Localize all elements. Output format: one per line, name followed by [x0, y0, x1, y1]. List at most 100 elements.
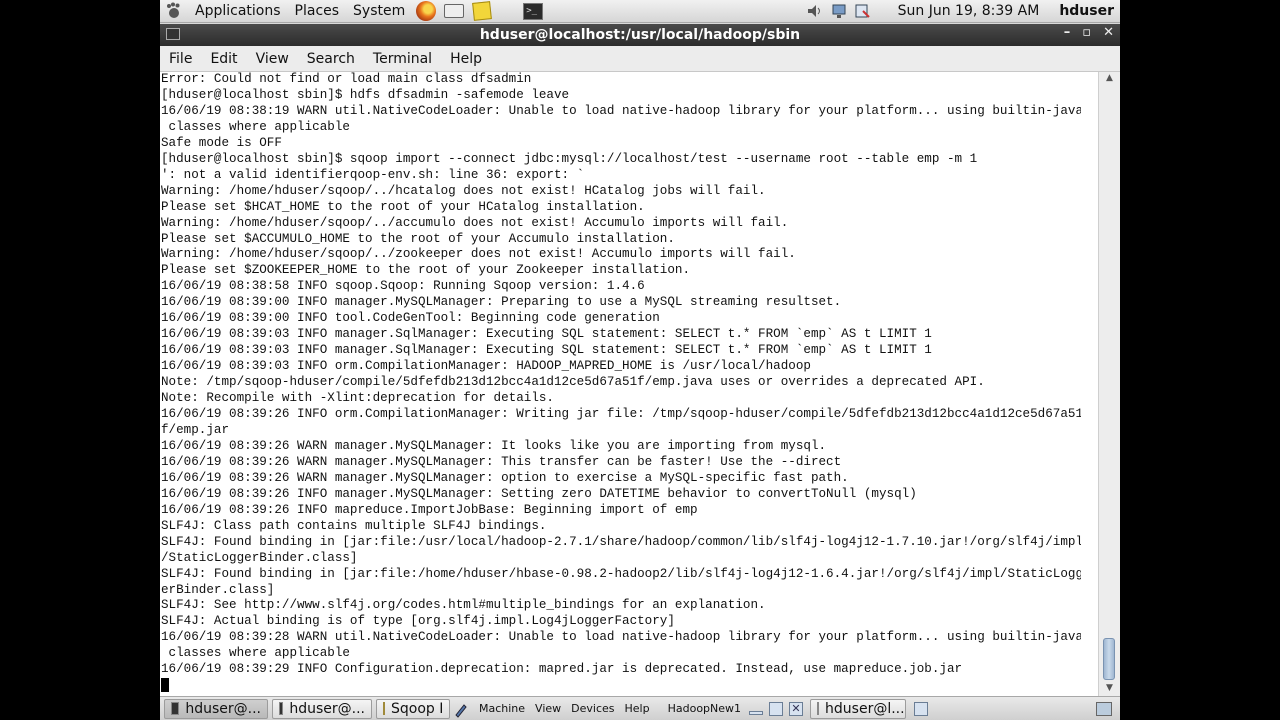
menu-terminal[interactable]: Terminal	[364, 51, 441, 67]
terminal-icon	[817, 702, 820, 715]
firefox-launcher[interactable]	[415, 1, 437, 21]
terminal-line: Error: Could not find or load main class…	[161, 72, 532, 86]
terminal-line: Safe mode is OFF	[161, 135, 282, 150]
menu-view[interactable]: View	[247, 51, 298, 67]
update-icon[interactable]	[854, 3, 872, 19]
show-desktop-icon[interactable]	[1096, 701, 1112, 716]
mail-icon	[444, 4, 465, 18]
task-label: hduser@...	[185, 700, 261, 717]
scroll-down-arrow-icon[interactable]: ▼	[1103, 682, 1116, 694]
user-menu[interactable]: hduser	[1059, 3, 1114, 19]
network-icon[interactable]	[830, 3, 848, 19]
terminal-line: classes where applicable	[161, 119, 350, 134]
scroll-thumb[interactable]	[1103, 638, 1115, 680]
vbox-menu-machine[interactable]: Machine	[474, 702, 530, 715]
menu-edit[interactable]: Edit	[201, 51, 246, 67]
terminal-icon	[171, 702, 180, 715]
terminal-line: Please set $ACCUMULO_HOME to the root of…	[161, 231, 675, 246]
volume-icon[interactable]	[806, 3, 824, 19]
menubar: File Edit View Search Terminal Help	[160, 46, 1120, 72]
gnome-foot-icon[interactable]	[163, 1, 185, 21]
terminal-line: Note: /tmp/sqoop-hduser/compile/5dfefdb2…	[161, 375, 985, 390]
terminal-line: 16/06/19 08:39:29 INFO Configuration.dep…	[161, 662, 963, 677]
applications-menu[interactable]: Applications	[188, 3, 288, 19]
clock[interactable]: Sun Jun 19, 8:39 AM	[898, 3, 1040, 19]
terminal-line: ': not a valid identifierqoop-env.sh: li…	[161, 167, 585, 182]
terminal-line: erBinder.class]	[161, 582, 275, 597]
text-cursor	[161, 678, 169, 693]
terminal-line: SLF4J: See http://www.slf4j.org/codes.ht…	[161, 598, 766, 613]
maximize-icon[interactable]: ▫	[1082, 25, 1091, 40]
terminal-line: [hduser@localhost sbin]$ hdfs dfsadmin -…	[161, 87, 570, 102]
terminal-line: 16/06/19 08:39:00 INFO manager.MySQLMana…	[161, 295, 842, 310]
menu-file[interactable]: File	[160, 51, 201, 67]
folder-icon[interactable]	[914, 701, 929, 716]
taskbar-terminal-1[interactable]: hduser@...	[164, 698, 268, 719]
terminal-cursor-line	[161, 678, 1081, 696]
taskbar-terminal-3[interactable]: hduser@l...	[810, 698, 907, 719]
taskbar-sqoop[interactable]: Sqoop I	[376, 698, 450, 719]
terminal-line: SLF4J: Actual binding is of type [org.sl…	[161, 614, 675, 629]
task-label: hduser@l...	[825, 700, 905, 717]
document-icon	[383, 702, 385, 715]
terminal-line: Note: Recompile with -Xlint:deprecation …	[161, 391, 554, 406]
vbox-menu-help[interactable]: Help	[620, 702, 655, 715]
terminal-line: Warning: /home/hduser/sqoop/../accumulo …	[161, 215, 789, 230]
terminal-line: /StaticLoggerBinder.class]	[161, 550, 358, 565]
terminal-window: hduser@localhost:/usr/local/hadoop/sbin …	[160, 24, 1120, 696]
close-icon[interactable]: ✕	[789, 701, 804, 716]
vm-screen: Applications Places System >_ Sun Jun 19…	[160, 0, 1120, 720]
terminal-area[interactable]: Error: Could not find or load main class…	[160, 72, 1120, 696]
terminal-line: [hduser@localhost sbin]$ sqoop import --…	[161, 151, 978, 166]
firefox-icon	[416, 1, 437, 21]
terminal-line: 16/06/19 08:38:58 INFO sqoop.Sqoop: Runn…	[161, 279, 645, 294]
mail-launcher[interactable]	[443, 1, 465, 21]
restore-icon[interactable]	[769, 701, 784, 716]
terminal-line: 16/06/19 08:39:03 INFO manager.SqlManage…	[161, 343, 932, 358]
terminal-line: Warning: /home/hduser/sqoop/../hcatalog …	[161, 183, 766, 198]
top-panel: Applications Places System >_ Sun Jun 19…	[160, 0, 1120, 23]
pen-icon[interactable]	[453, 702, 471, 718]
vertical-scrollbar[interactable]: ▲ ▼	[1098, 72, 1120, 696]
terminal-line: SLF4J: Class path contains multiple SLF4…	[161, 518, 547, 533]
task-label: Sqoop I	[391, 700, 444, 717]
task-label: hduser@...	[289, 700, 365, 717]
window-titlebar[interactable]: hduser@localhost:/usr/local/hadoop/sbin …	[160, 24, 1120, 46]
places-menu[interactable]: Places	[288, 3, 347, 19]
taskbar-terminal-2[interactable]: hduser@...	[272, 698, 372, 719]
terminal-line: 16/06/19 08:38:19 WARN util.NativeCodeLo…	[161, 103, 1081, 118]
menu-search[interactable]: Search	[298, 51, 364, 67]
terminal-line: 16/06/19 08:39:26 INFO orm.CompilationMa…	[161, 407, 1081, 422]
menu-help[interactable]: Help	[441, 51, 491, 67]
bottom-panel: hduser@... hduser@... Sqoop I Machine Vi…	[160, 696, 1120, 720]
window-menu-icon[interactable]	[166, 28, 180, 40]
terminal-line: classes where applicable	[161, 646, 350, 661]
terminal-launcher[interactable]: >_	[522, 1, 544, 21]
terminal-line: Please set $ZOOKEEPER_HOME to the root o…	[161, 263, 691, 278]
terminal-line: Warning: /home/hduser/sqoop/../zookeeper…	[161, 247, 796, 262]
vbox-menu-view[interactable]: View	[530, 702, 566, 715]
terminal-output[interactable]: Error: Could not find or load main class…	[161, 72, 1081, 696]
terminal-line: 16/06/19 08:39:00 INFO tool.CodeGenTool:…	[161, 311, 660, 326]
terminal-line: 16/06/19 08:39:03 INFO manager.SqlManage…	[161, 327, 932, 342]
minimize-icon[interactable]	[749, 710, 764, 715]
scroll-up-arrow-icon[interactable]: ▲	[1103, 72, 1116, 84]
terminal-line: f/emp.jar	[161, 422, 230, 437]
terminal-line: 16/06/19 08:39:26 WARN manager.MySQLMana…	[161, 438, 827, 453]
terminal-line: 16/06/19 08:39:03 INFO orm.CompilationMa…	[161, 359, 811, 374]
terminal-line: 16/06/19 08:39:26 INFO mapreduce.ImportJ…	[161, 502, 698, 517]
terminal-line: SLF4J: Found binding in [jar:file:/home/…	[161, 566, 1081, 581]
vbox-menu-devices[interactable]: Devices	[566, 702, 619, 715]
terminal-line: Please set $HCAT_HOME to the root of you…	[161, 199, 645, 214]
terminal-line: 16/06/19 08:39:26 WARN manager.MySQLMana…	[161, 454, 842, 469]
minimize-icon[interactable]: –	[1064, 25, 1071, 40]
close-icon[interactable]: ✕	[1103, 25, 1114, 40]
terminal-line: 16/06/19 08:39:26 INFO manager.MySQLMana…	[161, 486, 917, 501]
system-menu[interactable]: System	[346, 3, 412, 19]
notes-launcher[interactable]	[471, 1, 493, 21]
terminal-line: 16/06/19 08:39:26 WARN manager.MySQLMana…	[161, 470, 849, 485]
window-title: hduser@localhost:/usr/local/hadoop/sbin	[479, 27, 801, 43]
terminal-icon: >_	[523, 2, 544, 20]
terminal-line: SLF4J: Found binding in [jar:file:/usr/l…	[161, 534, 1081, 549]
window-controls: – ▫ ✕	[1064, 25, 1114, 40]
